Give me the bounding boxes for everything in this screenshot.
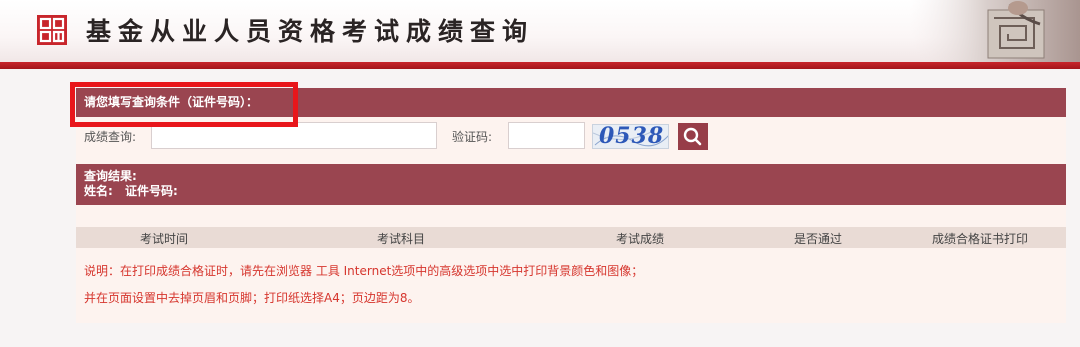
result-fields: 姓名: 证件号码: bbox=[84, 184, 1058, 199]
result-title: 查询结果: bbox=[84, 169, 137, 183]
note-line-1: 说明：在打印成绩合格证时，请先在浏览器 工具 Internet选项中的高级选项中… bbox=[84, 264, 644, 278]
column-exam-time: 考试时间 bbox=[140, 232, 189, 246]
captcha-image[interactable]: 0538 bbox=[592, 124, 669, 149]
highlight-box bbox=[70, 82, 298, 127]
column-exam-subject: 考试科目 bbox=[377, 232, 426, 246]
site-title: 基金从业人员资格考试成绩查询 bbox=[86, 17, 535, 46]
column-certificate-print: 成绩合格证书打印 bbox=[932, 232, 1029, 246]
header-red-bar bbox=[0, 62, 1080, 69]
captcha-input[interactable] bbox=[508, 122, 585, 149]
note-line-2: 并在页面设置中去掉页眉和页脚；打印纸选择A4；页边距为8。 bbox=[84, 291, 420, 305]
column-exam-score: 考试成绩 bbox=[616, 232, 665, 246]
column-passed: 是否通过 bbox=[794, 232, 843, 246]
id-label: 证件号码: bbox=[125, 184, 178, 198]
search-button[interactable] bbox=[678, 123, 708, 150]
name-label: 姓名: bbox=[84, 184, 113, 198]
results-table-header: 考试时间 考试科目 考试成绩 是否通过 成绩合格证书打印 bbox=[76, 227, 1066, 248]
captcha-text: 0538 bbox=[599, 124, 665, 149]
result-bar: 查询结果: 姓名: 证件号码: bbox=[76, 164, 1066, 205]
captcha-label: 验证码: bbox=[452, 130, 493, 144]
seal-logo-icon bbox=[37, 15, 67, 45]
handwriting-art-icon bbox=[910, 0, 1080, 62]
page-header: 基金从业人员资格考试成绩查询 bbox=[0, 0, 1080, 62]
query-label: 成绩查询: bbox=[84, 130, 137, 144]
search-icon bbox=[683, 127, 702, 146]
